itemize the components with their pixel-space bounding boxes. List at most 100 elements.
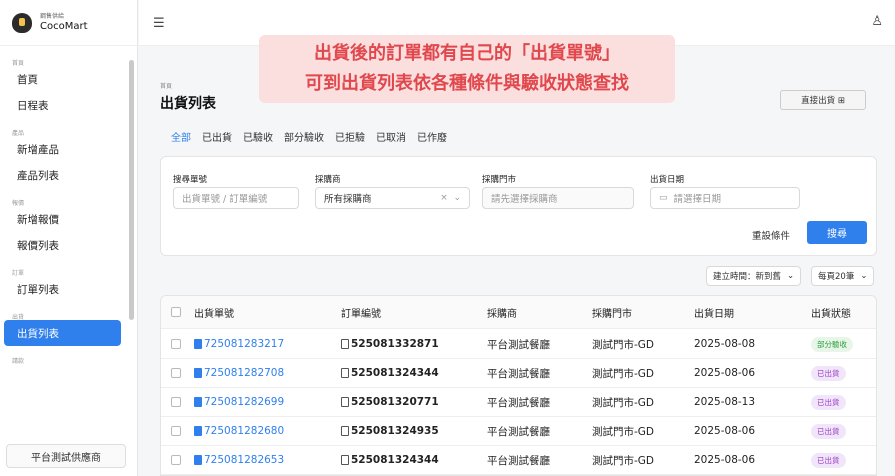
order-no-link[interactable]: 525081324935	[341, 417, 439, 445]
order-no-text: 525081324935	[351, 425, 439, 437]
buyer-cell: 平台測試餐廳	[487, 454, 550, 467]
breadcrumb[interactable]: 首頁	[160, 81, 172, 90]
store-label: 採購門市	[482, 175, 517, 185]
tab-accepted[interactable]: 已驗收	[243, 129, 273, 144]
sidebar-item-order-list[interactable]: 訂單列表	[0, 276, 137, 302]
menu-collapse-icon[interactable]: ☰	[153, 16, 165, 31]
brand-subtitle: 鋼售供給	[40, 12, 65, 20]
col-status: 出貨狀態	[811, 308, 851, 320]
ship-no-link[interactable]: 725081282708	[194, 359, 284, 387]
ship-no-link[interactable]: 725081283217	[194, 330, 284, 358]
table-row[interactable]: 725081283217 525081332871 平台測試餐廳 測試門市-GD…	[161, 330, 876, 359]
select-all-checkbox[interactable]	[171, 307, 181, 317]
ship-no-label: 搜尋單號	[173, 175, 208, 185]
date-label: 出貨日期	[650, 175, 685, 185]
document-icon	[194, 397, 202, 407]
ship-no-input[interactable]: 出貨單號 / 訂單編號	[173, 187, 299, 209]
document-icon	[194, 339, 202, 349]
sidebar-item-home[interactable]: 首頁	[0, 66, 137, 92]
tab-cancelled[interactable]: 已取消	[376, 129, 406, 144]
order-no-link[interactable]: 525081324344	[341, 446, 439, 474]
tab-rejected[interactable]: 已拒驗	[335, 129, 365, 144]
chevron-down-icon: × ⌄	[440, 193, 461, 203]
order-no-text: 525081324344	[351, 454, 439, 466]
date-cell: 2025-08-06	[694, 367, 756, 379]
date-cell: 2025-08-13	[694, 396, 756, 408]
store-select[interactable]: 請先選擇採購商	[482, 187, 634, 209]
store-cell: 測試門市-GD	[592, 338, 655, 351]
ship-no-text: 725081282680	[204, 425, 285, 437]
buyer-cell: 平台測試餐廳	[487, 396, 550, 409]
status-badge: 已出貨	[811, 394, 846, 410]
order-no-link[interactable]: 525081332871	[341, 330, 439, 358]
nav-group-orders: 訂單	[12, 270, 25, 277]
sidebar-item-schedule[interactable]: 日程表	[0, 92, 137, 118]
direct-ship-button[interactable]: 直接出貨 ⊞	[780, 90, 866, 110]
annotation-banner: 出貨後的訂單都有自己的「出貨單號」 可到出貨列表依各種條件與驗收狀態查找	[259, 35, 675, 103]
date-cell: 2025-08-08	[694, 338, 756, 350]
tab-shipped[interactable]: 已出貨	[202, 129, 232, 144]
document-icon	[341, 368, 349, 378]
status-badge: 已出貨	[811, 423, 846, 439]
sidebar-item-shipment-list[interactable]: 出貨列表	[4, 320, 121, 346]
reset-filters-link[interactable]: 重設條件	[752, 228, 790, 242]
date-cell: 2025-08-06	[694, 425, 756, 437]
sidebar-item-product-list[interactable]: 產品列表	[0, 162, 137, 188]
tab-voided[interactable]: 已作廢	[417, 129, 447, 144]
order-no-link[interactable]: 525081320771	[341, 388, 439, 416]
page-size-select[interactable]: 每頁20筆 ⌄	[811, 266, 875, 286]
table-row[interactable]: 725081282653 525081324344 平台測試餐廳 測試門市-GD…	[161, 446, 876, 475]
col-order-no: 訂單編號	[341, 308, 381, 320]
col-buyer: 採購商	[487, 308, 517, 320]
row-checkbox[interactable]	[171, 339, 181, 349]
nav-group-quotes: 報價	[12, 200, 25, 207]
table-row[interactable]: 725081282699 525081320771 平台測試餐廳 測試門市-GD…	[161, 388, 876, 417]
sidebar-nav: 首頁 首頁 日程表 產品 新增產品 產品列表 報價 新增報價 報價列表 訂單 訂…	[0, 46, 137, 365]
banner-line-2: 可到出貨列表依各種條件與驗收狀態查找	[305, 73, 629, 94]
col-ship-date: 出貨日期	[694, 308, 734, 320]
filter-panel: 搜尋單號 出貨單號 / 訂單編號 採購商 所有採購商 × ⌄ 採購門市 請先選擇…	[160, 156, 877, 256]
sidebar-item-quote-list[interactable]: 報價列表	[0, 232, 137, 258]
table-row[interactable]: 725081282708 525081324344 平台測試餐廳 測試門市-GD…	[161, 359, 876, 388]
row-checkbox[interactable]	[171, 455, 181, 465]
buyer-cell: 平台測試餐廳	[487, 425, 550, 438]
tab-all[interactable]: 全部	[171, 129, 191, 144]
ship-no-link[interactable]: 725081282699	[194, 388, 284, 416]
shipment-table: 出貨單號 訂單編號 採購商 採購門市 出貨日期 出貨狀態 72508128321…	[160, 295, 877, 476]
date-cell: 2025-08-06	[694, 454, 756, 466]
store-select-placeholder: 請先選擇採購商	[491, 194, 558, 205]
store-cell: 測試門市-GD	[592, 425, 655, 438]
sidebar-scrollbar[interactable]	[129, 60, 134, 320]
sidebar-item-new-quote[interactable]: 新增報價	[0, 206, 137, 232]
row-checkbox[interactable]	[171, 397, 181, 407]
sidebar: 鋼售供給 CocoMart 首頁 首頁 日程表 產品 新增產品 產品列表 報價 …	[0, 0, 138, 476]
tab-partial-accepted[interactable]: 部分驗收	[284, 129, 324, 144]
sidebar-item-new-product[interactable]: 新增產品	[0, 136, 137, 162]
row-checkbox[interactable]	[171, 368, 181, 378]
ship-no-link[interactable]: 725081282680	[194, 417, 284, 445]
chevron-down-icon: ⌄	[787, 271, 795, 281]
nav-group-billing: 請款	[12, 358, 25, 365]
date-picker[interactable]: ▭ 請選擇日期	[650, 187, 800, 209]
nav-group-home: 首頁	[12, 60, 25, 67]
table-header: 出貨單號 訂單編號 採購商 採購門市 出貨日期 出貨狀態	[161, 296, 876, 329]
user-icon[interactable]: ♙	[871, 14, 883, 29]
chevron-down-icon: ⌄	[860, 271, 868, 281]
logo[interactable]: 鋼售供給 CocoMart	[0, 0, 137, 46]
search-button[interactable]: 搜尋	[807, 221, 867, 244]
status-tabs: 全部 已出貨 已驗收 部分驗收 已拒驗 已取消 已作廢	[171, 129, 458, 144]
table-row[interactable]: 725081282680 525081324935 平台測試餐廳 測試門市-GD…	[161, 417, 876, 446]
order-no-link[interactable]: 525081324344	[341, 359, 439, 387]
buyer-select[interactable]: 所有採購商 × ⌄	[315, 187, 470, 209]
status-badge: 部分驗收	[811, 336, 853, 352]
row-checkbox[interactable]	[171, 426, 181, 436]
sort-order-select[interactable]: 建立時間：新到舊 ⌄	[706, 266, 802, 286]
document-icon	[194, 368, 202, 378]
document-icon	[194, 426, 202, 436]
store-cell: 測試門市-GD	[592, 454, 655, 467]
document-icon	[194, 455, 202, 465]
vendor-switch-button[interactable]: 平台測試供應商	[6, 444, 126, 468]
nav-group-products: 產品	[12, 130, 25, 137]
ship-no-link[interactable]: 725081282653	[194, 446, 284, 474]
document-icon	[341, 339, 349, 349]
